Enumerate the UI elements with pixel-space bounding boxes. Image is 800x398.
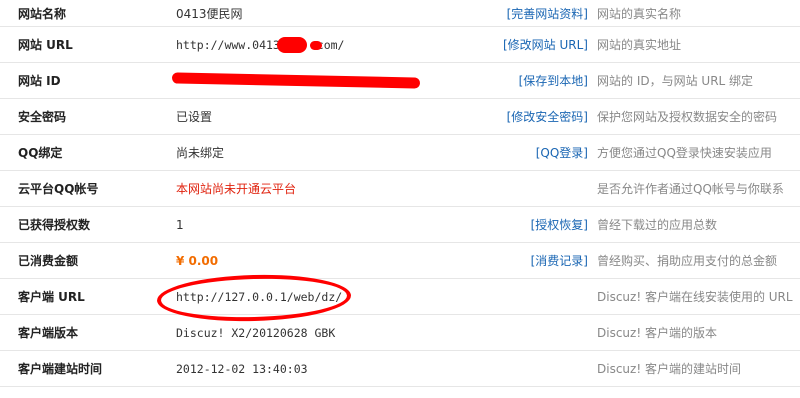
row-desc: 方便您通过QQ登录快速安装应用 [597,146,772,160]
row-label: 安全密码 [18,110,67,124]
row-desc: Discuz! 客户端的建站时间 [597,362,741,376]
redaction-mark [310,41,322,50]
site-info-table: 网站名称 0413便民网 [完善网站资料] 网站的真实名称 网站 URL htt… [0,0,800,387]
row-label: QQ绑定 [18,146,63,160]
row-spent-amount: 已消费金额 ¥ 0.00 [消费记录] 曾经购买、捐助应用支付的总金额 [0,243,800,279]
row-value: 尚未绑定 [176,146,225,160]
row-value: 2012-12-02 13:40:03 [176,361,308,376]
row-value: 1 [176,217,184,232]
row-label: 客户端 URL [18,290,85,304]
row-value: 本网站尚未开通云平台 [176,182,297,196]
row-value: 已设置 [176,110,213,124]
row-label: 客户端版本 [18,326,79,340]
row-label: 已获得授权数 [18,218,91,232]
row-cloud-qq: 云平台QQ帐号 本网站尚未开通云平台 是否允许作者通过QQ帐号与你联系 [0,171,800,207]
row-value: http://www.0413 .com/ [176,27,496,62]
license-restore-link[interactable]: [授权恢复] [531,216,588,233]
row-license-count: 已获得授权数 1 [授权恢复] 曾经下载过的应用总数 [0,207,800,243]
row-desc: 网站的真实名称 [597,6,682,21]
row-label: 客户端建站时间 [18,362,103,376]
row-desc: Discuz! 客户端的版本 [597,326,717,340]
row-value: 0413便民网 [176,6,243,21]
row-client-url: 客户端 URL http://127.0.0.1/web/dz/ Discuz!… [0,272,800,324]
row-label: 网站 URL [18,38,73,52]
row-site-name: 网站名称 0413便民网 [完善网站资料] 网站的真实名称 [0,0,800,27]
row-desc: 曾经购买、捐助应用支付的总金额 [597,254,778,268]
row-label: 网站名称 [18,6,67,21]
row-site-url: 网站 URL http://www.0413 .com/ [修改网站 URL] … [0,27,800,63]
row-desc: 保护您网站及授权数据安全的密码 [597,110,778,124]
row-desc: Discuz! 客户端在线安装使用的 URL [597,290,793,304]
row-desc: 是否允许作者通过QQ帐号与你联系 [597,182,784,196]
save-local-link[interactable]: [保存到本地] [519,72,588,89]
row-value: http://127.0.0.1/web/dz/ [176,289,343,304]
qq-login-link[interactable]: [QQ登录] [536,144,588,161]
redaction-mark [277,37,307,53]
row-desc: 网站的 ID，与网站 URL 绑定 [597,74,754,88]
row-label: 云平台QQ帐号 [18,182,99,196]
row-value: Discuz! X2/20120628 GBK [176,325,336,340]
row-security-password: 安全密码 已设置 [修改安全密码] 保护您网站及授权数据安全的密码 [0,99,800,135]
edit-site-url-link[interactable]: [修改网站 URL] [503,36,588,53]
row-label: 网站 ID [18,74,61,88]
row-desc: 曾经下载过的应用总数 [597,218,718,232]
row-qq-bind: QQ绑定 尚未绑定 [QQ登录] 方便您通过QQ登录快速安装应用 [0,135,800,171]
row-client-build-time: 客户端建站时间 2012-12-02 13:40:03 Discuz! 客户端的… [0,351,800,387]
edit-password-link[interactable]: [修改安全密码] [507,108,588,125]
spending-record-link[interactable]: [消费记录] [531,252,588,269]
row-value: ¥ 0.00 [176,253,219,268]
row-client-version: 客户端版本 Discuz! X2/20120628 GBK Discuz! 客户… [0,315,800,351]
row-desc: 网站的真实地址 [597,38,682,52]
row-site-id: 网站 ID [保存到本地] 网站的 ID，与网站 URL 绑定 [0,63,800,99]
site-url-prefix: http://www.0413 [176,37,280,52]
row-label: 已消费金额 [18,254,79,268]
edit-site-info-link[interactable]: [完善网站资料] [507,5,588,22]
